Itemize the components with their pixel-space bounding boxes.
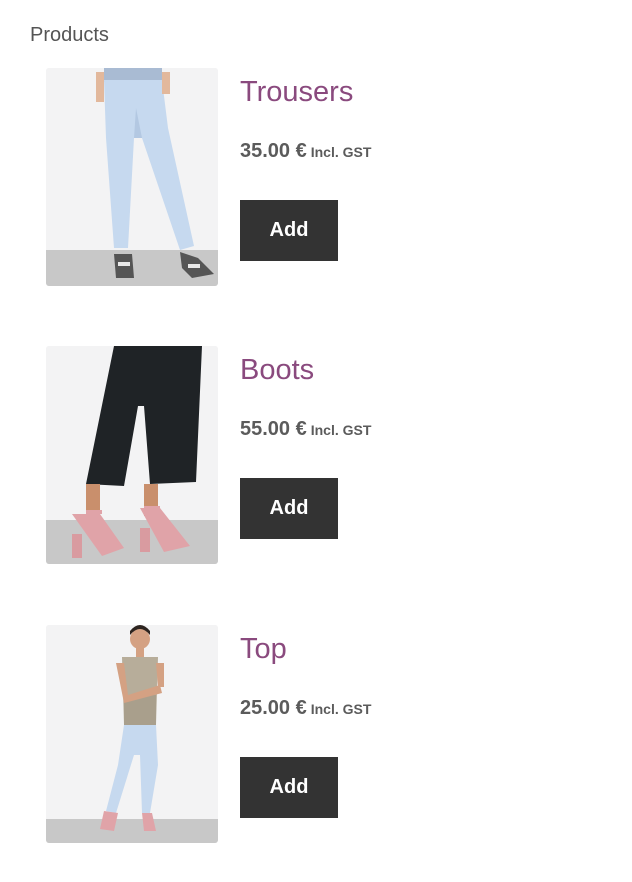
product-name[interactable]: Trousers	[240, 74, 353, 110]
add-to-cart-button[interactable]: Add	[240, 478, 338, 539]
tax-label: Incl. GST	[310, 144, 372, 160]
product-image-boots[interactable]	[46, 346, 218, 564]
trousers-photo	[46, 68, 218, 286]
product-card-trousers: Trousers 35.00 € Incl. GST Add	[46, 68, 606, 288]
product-price: 25.00 € Incl. GST	[240, 695, 371, 723]
top-photo	[46, 625, 218, 843]
price-amount: 25.00 €	[240, 697, 307, 719]
price-amount: 55.00 €	[240, 418, 307, 440]
tax-label: Incl. GST	[310, 701, 372, 717]
product-price: 55.00 € Incl. GST	[240, 416, 371, 444]
product-image-trousers[interactable]	[46, 68, 218, 286]
product-price: 35.00 € Incl. GST	[240, 138, 371, 166]
price-amount: 35.00 €	[240, 140, 307, 162]
tax-label: Incl. GST	[310, 422, 372, 438]
product-card-top: Top 25.00 € Incl. GST Add	[46, 625, 606, 845]
product-card-boots: Boots 55.00 € Incl. GST Add	[46, 346, 606, 566]
add-to-cart-button[interactable]: Add	[240, 200, 338, 261]
product-image-top[interactable]	[46, 625, 218, 843]
product-name[interactable]: Top	[240, 631, 287, 667]
product-name[interactable]: Boots	[240, 352, 314, 388]
boots-photo	[46, 346, 218, 564]
page-title: Products	[30, 24, 109, 46]
add-to-cart-button[interactable]: Add	[240, 757, 338, 818]
